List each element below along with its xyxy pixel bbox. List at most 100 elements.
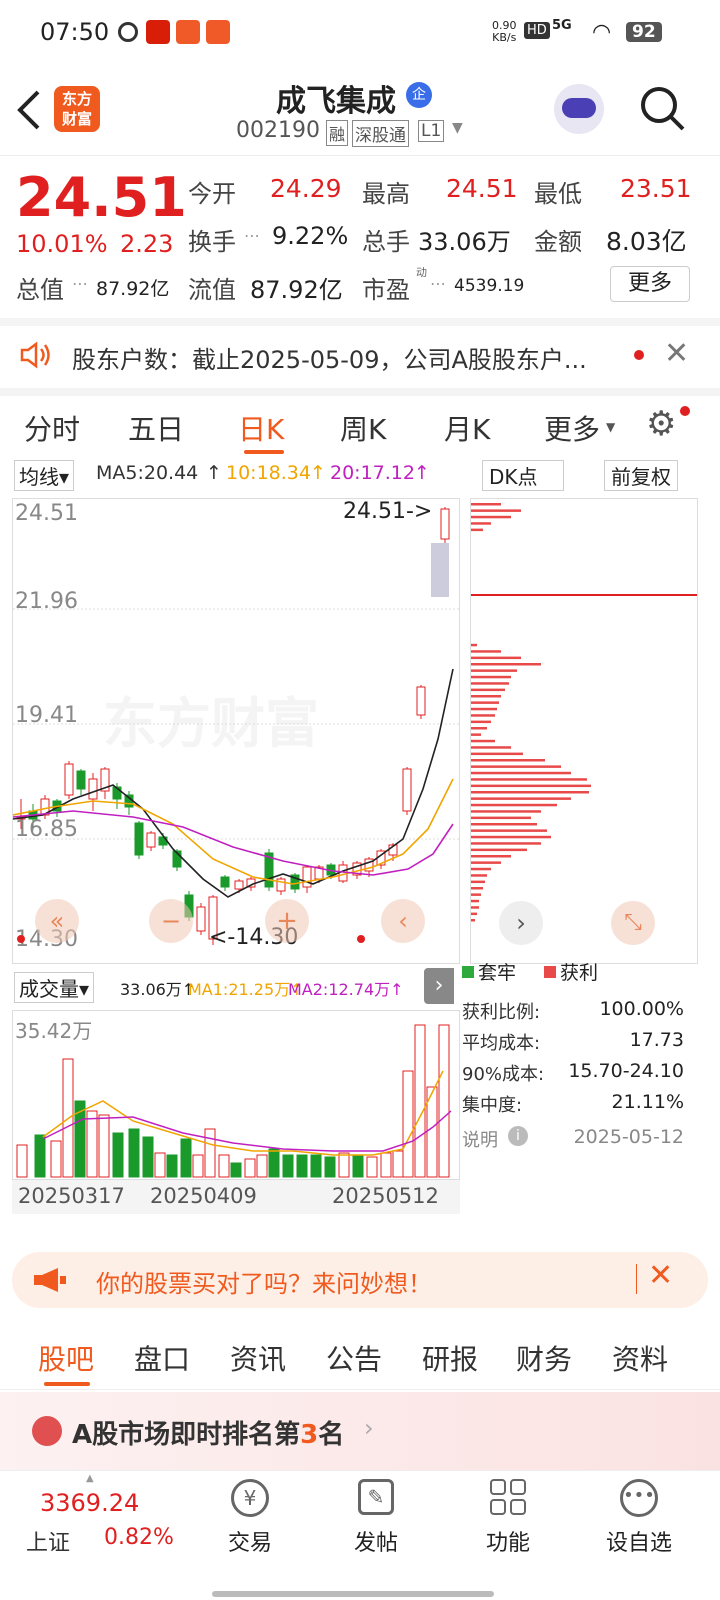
chip-bar	[471, 791, 589, 794]
app-logo[interactable]: 东方 财富	[54, 86, 100, 132]
volume-bar	[128, 1128, 140, 1178]
search-icon[interactable]	[638, 84, 688, 134]
volume-bar	[204, 1128, 216, 1178]
index-name[interactable]: 上证	[26, 1525, 70, 1557]
volume-value: 33.06万↑	[120, 980, 196, 999]
chip-distribution[interactable]: › ⤡	[470, 498, 698, 964]
chevron-down-icon: ▼	[606, 420, 616, 434]
rank-banner[interactable]: A股市场即时排名第3名 ›	[0, 1392, 720, 1470]
low-value: 23.51	[620, 174, 692, 203]
nav-post[interactable]: ✎ 发帖	[346, 1479, 406, 1557]
more-button[interactable]: 更多	[610, 266, 690, 302]
index-change[interactable]: 0.82%	[104, 1525, 174, 1550]
tab-more[interactable]: 更多	[544, 408, 600, 448]
chip-bar	[471, 810, 541, 813]
net-speed: 0.90 KB/s	[492, 19, 517, 44]
gear-icon[interactable]: ⚙	[646, 404, 676, 444]
status-time: 07:50	[40, 18, 110, 46]
candle-body	[220, 876, 230, 888]
chip-bar	[471, 739, 495, 743]
robot-avatar[interactable]	[554, 84, 604, 134]
chevron-down-icon[interactable]: ▼	[452, 120, 463, 136]
high-value: 24.51	[446, 174, 518, 203]
close-icon[interactable]: ✕	[648, 1258, 673, 1293]
float-value: 87.92亿	[250, 276, 343, 304]
active-tab-indicator	[244, 450, 284, 454]
chip-bar	[471, 714, 495, 717]
volume-bar	[16, 1144, 28, 1178]
tab-research[interactable]: 研报	[422, 1338, 478, 1378]
nav-trade[interactable]: ¥ 交易	[220, 1479, 280, 1557]
candle-body	[440, 508, 450, 540]
expand-panel-icon[interactable]: ›	[424, 968, 454, 1004]
tab-weekly-k[interactable]: 周K	[340, 408, 386, 448]
stat-label: 90%成本:	[462, 1064, 545, 1085]
volume-bar	[34, 1134, 46, 1178]
tab-forum[interactable]: 股吧	[38, 1338, 94, 1378]
ma-selector[interactable]: 均线▾	[14, 460, 75, 491]
volume-ma1: MA1:21.25万↑	[188, 980, 304, 999]
status-bar: 07:50 0.90 KB/s HD 5G ◠ 92	[0, 0, 720, 66]
next-icon[interactable]: ›	[499, 901, 543, 945]
enterprise-badge: 企	[406, 82, 432, 108]
quote-panel: 24.51 10.01% 2.23 今开 24.29 最高 24.51 最低 2…	[0, 155, 720, 315]
ask-banner[interactable]: 你的股票买对了吗？来问妙想！ ✕	[12, 1252, 708, 1308]
chip-bar	[471, 867, 491, 871]
stat-label: 集中度:	[462, 1095, 523, 1116]
back-icon[interactable]	[14, 88, 44, 132]
chip-bar	[471, 906, 479, 909]
nav-functions[interactable]: 功能	[478, 1479, 538, 1557]
nav-add-watchlist[interactable]: ••• 设自选	[604, 1479, 674, 1557]
zoom-out-icon[interactable]: −	[149, 899, 193, 943]
banner-text: 你的股票买对了吗？来问妙想！	[96, 1270, 432, 1298]
chip-bar	[471, 784, 591, 788]
info-icon[interactable]: ⋯	[72, 274, 88, 293]
explain-label[interactable]: 说明	[462, 1126, 498, 1152]
tab-news[interactable]: 资讯	[230, 1338, 286, 1378]
chip-bar	[471, 778, 587, 781]
tab-five-day[interactable]: 五日	[128, 408, 184, 448]
chip-bar	[471, 663, 541, 666]
info-icon[interactable]: ⋯	[430, 274, 446, 293]
volume-selector[interactable]: 成交量▾	[14, 972, 95, 1003]
stat-value: 100.00%	[599, 998, 684, 1020]
chip-bar	[471, 707, 497, 711]
info-icon[interactable]: ⋯	[244, 226, 260, 245]
wifi-icon: ◠	[592, 20, 612, 45]
expand-icon[interactable]: ⤡	[611, 901, 655, 945]
amount-label: 金额	[534, 228, 582, 256]
prev-icon[interactable]: ‹	[381, 899, 425, 943]
dk-selector[interactable]: DK点	[482, 460, 564, 491]
stat-value: 21.11%	[611, 1091, 684, 1113]
tab-intraday[interactable]: 分时	[24, 408, 80, 448]
volume-bar	[244, 1158, 256, 1178]
tab-monthly-k[interactable]: 月K	[444, 408, 490, 448]
legend-swatch-green	[462, 966, 474, 978]
rewind-icon[interactable]: «	[35, 899, 79, 943]
rank-text: A股市场即时排名第3名	[72, 1420, 345, 1450]
candle-body	[402, 768, 412, 812]
tab-orderbook[interactable]: 盘口	[134, 1338, 190, 1378]
volume-chart[interactable]: 35.42万	[12, 1010, 460, 1180]
tab-profile[interactable]: 资料	[612, 1338, 668, 1378]
y-tick: 16.85	[15, 817, 78, 842]
volume-bar	[438, 1024, 450, 1178]
tab-announcements[interactable]: 公告	[326, 1338, 382, 1378]
notice-bar[interactable]: 股东户数：截止2025-05-09，公司A股股东户... ✕	[0, 318, 720, 384]
chip-bar	[471, 650, 501, 653]
kline-chart[interactable]: 东方财富 24.51 21.96 19.41 16.85 14.30 24.51…	[12, 498, 461, 964]
adjust-selector[interactable]: 前复权	[604, 460, 678, 491]
stock-header: 东方 财富 成飞集成 企 002190 融 深股通 L1 ▼	[0, 66, 720, 154]
close-icon[interactable]: ✕	[664, 336, 689, 371]
chip-bar	[471, 855, 511, 858]
tab-finance[interactable]: 财务	[516, 1338, 572, 1378]
tab-daily-k[interactable]: 日K	[238, 408, 284, 448]
info-icon[interactable]: i	[508, 1126, 528, 1146]
home-indicator	[212, 1591, 494, 1597]
candle-body	[234, 880, 244, 890]
chip-bar	[471, 733, 481, 736]
chip-bar	[471, 874, 487, 877]
index-value[interactable]: 3369.24	[40, 1489, 139, 1517]
zoom-in-icon[interactable]: +	[265, 899, 309, 943]
volume-value: 33.06万	[418, 228, 511, 256]
